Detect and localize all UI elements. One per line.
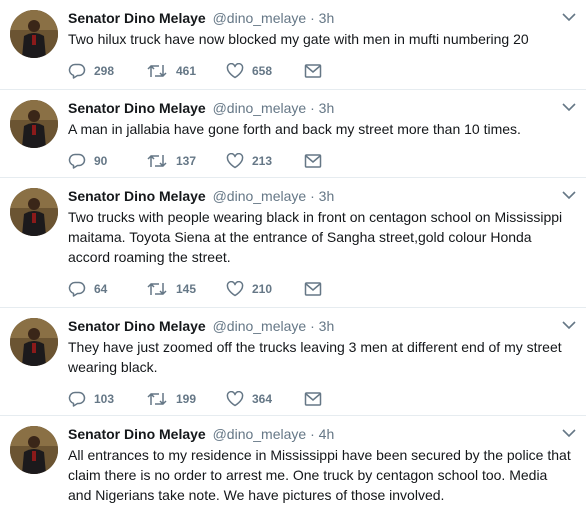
retweet-button[interactable]: 137 xyxy=(146,153,226,169)
separator: · xyxy=(310,188,315,204)
separator: · xyxy=(310,426,315,442)
tweet[interactable]: Senator Dino Melaye @dino_melaye · 3h A … xyxy=(0,90,586,178)
tweet-actions: 90 137 213 xyxy=(68,152,572,170)
avatar[interactable] xyxy=(10,318,58,366)
message-button[interactable] xyxy=(304,63,322,79)
message-button[interactable] xyxy=(304,153,322,169)
retweet-button[interactable]: 199 xyxy=(146,391,226,407)
author-handle[interactable]: @dino_melaye xyxy=(213,188,307,204)
tweet-text: All entrances to my residence in Mississ… xyxy=(68,447,571,503)
tweet-timeline: Senator Dino Melaye @dino_melaye · 3h Tw… xyxy=(0,0,586,524)
tweet-actions: 103 199 364 xyxy=(68,390,572,408)
avatar[interactable] xyxy=(10,10,58,58)
author-name[interactable]: Senator Dino Melaye xyxy=(68,188,206,204)
avatar[interactable] xyxy=(10,100,58,148)
reply-icon xyxy=(68,281,86,297)
envelope-icon xyxy=(304,63,322,79)
timestamp[interactable]: 3h xyxy=(319,10,335,26)
retweet-count: 199 xyxy=(176,392,197,406)
author-handle[interactable]: @dino_melaye xyxy=(213,100,307,116)
separator: · xyxy=(310,100,315,116)
retweet-icon xyxy=(146,63,168,79)
retweet-button[interactable]: 145 xyxy=(146,281,226,297)
tweet-actions: 298 461 658 xyxy=(68,62,572,80)
like-count: 658 xyxy=(252,64,273,78)
tweet-text: Two trucks with people wearing black in … xyxy=(68,209,563,265)
reply-count: 90 xyxy=(94,154,108,168)
retweet-icon xyxy=(146,281,168,297)
like-button[interactable]: 213 xyxy=(226,153,304,169)
envelope-icon xyxy=(304,391,322,407)
like-button[interactable]: 210 xyxy=(226,281,304,297)
reply-icon xyxy=(68,63,86,79)
retweet-icon xyxy=(146,153,168,169)
reply-count: 64 xyxy=(94,282,108,296)
tweet-text: A man in jallabia have gone forth and ba… xyxy=(68,121,521,137)
like-count: 210 xyxy=(252,282,273,296)
author-name[interactable]: Senator Dino Melaye xyxy=(68,10,206,26)
tweet-header: Senator Dino Melaye @dino_melaye · 3h xyxy=(68,187,572,206)
retweet-count: 137 xyxy=(176,154,197,168)
heart-icon xyxy=(226,391,244,407)
avatar[interactable] xyxy=(10,188,58,236)
like-button[interactable]: 364 xyxy=(226,391,304,407)
retweet-count: 461 xyxy=(176,64,197,78)
separator: · xyxy=(310,318,315,334)
like-count: 213 xyxy=(252,154,273,168)
author-name[interactable]: Senator Dino Melaye xyxy=(68,426,206,442)
reply-count: 298 xyxy=(94,64,115,78)
retweet-icon xyxy=(146,391,168,407)
tweet[interactable]: Senator Dino Melaye @dino_melaye · 3h Tw… xyxy=(0,0,586,90)
retweet-count: 145 xyxy=(176,282,197,296)
tweet-header: Senator Dino Melaye @dino_melaye · 3h xyxy=(68,317,572,336)
tweet-actions: 64 145 210 xyxy=(68,280,572,298)
author-name[interactable]: Senator Dino Melaye xyxy=(68,318,206,334)
timestamp[interactable]: 3h xyxy=(319,188,335,204)
reply-button[interactable]: 298 xyxy=(68,63,146,79)
tweet[interactable]: Senator Dino Melaye @dino_melaye · 3h Tw… xyxy=(0,178,586,308)
avatar[interactable] xyxy=(10,426,58,474)
retweet-button[interactable]: 461 xyxy=(146,63,226,79)
like-button[interactable]: 658 xyxy=(226,63,304,79)
reply-button[interactable]: 103 xyxy=(68,391,146,407)
tweet-text: Two hilux truck have now blocked my gate… xyxy=(68,31,529,47)
timestamp[interactable]: 3h xyxy=(319,318,335,334)
author-name[interactable]: Senator Dino Melaye xyxy=(68,100,206,116)
tweet-header: Senator Dino Melaye @dino_melaye · 3h xyxy=(68,99,572,118)
author-handle[interactable]: @dino_melaye xyxy=(213,10,307,26)
reply-count: 103 xyxy=(94,392,115,406)
tweet-header: Senator Dino Melaye @dino_melaye · 3h xyxy=(68,9,572,28)
message-button[interactable] xyxy=(304,391,322,407)
reply-button[interactable]: 64 xyxy=(68,281,146,297)
author-handle[interactable]: @dino_melaye xyxy=(213,426,307,442)
heart-icon xyxy=(226,63,244,79)
tweet-text: They have just zoomed off the trucks lea… xyxy=(68,339,562,375)
author-handle[interactable]: @dino_melaye xyxy=(213,318,307,334)
heart-icon xyxy=(226,153,244,169)
envelope-icon xyxy=(304,281,322,297)
heart-icon xyxy=(226,281,244,297)
reply-button[interactable]: 90 xyxy=(68,153,146,169)
timestamp[interactable]: 3h xyxy=(319,100,335,116)
reply-icon xyxy=(68,153,86,169)
message-button[interactable] xyxy=(304,281,322,297)
separator: · xyxy=(310,10,315,26)
reply-icon xyxy=(68,391,86,407)
like-count: 364 xyxy=(252,392,273,406)
envelope-icon xyxy=(304,153,322,169)
tweet[interactable]: Senator Dino Melaye @dino_melaye · 4h Al… xyxy=(0,416,586,524)
tweet[interactable]: Senator Dino Melaye @dino_melaye · 3h Th… xyxy=(0,308,586,416)
timestamp[interactable]: 4h xyxy=(319,426,335,442)
tweet-header: Senator Dino Melaye @dino_melaye · 4h xyxy=(68,425,572,444)
